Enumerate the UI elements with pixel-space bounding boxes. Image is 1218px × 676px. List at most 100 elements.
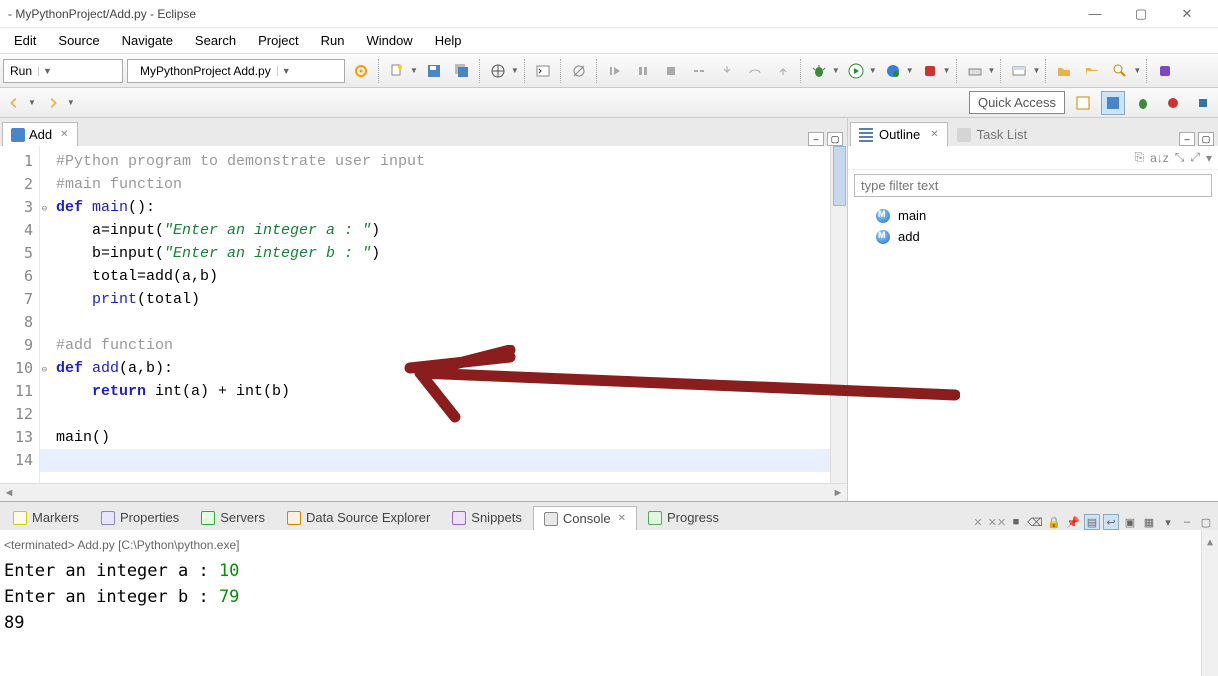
outline-item-add[interactable]: add — [856, 226, 1210, 247]
perspective-debug-icon[interactable] — [1131, 91, 1155, 115]
editor-tab-add[interactable]: Add ✕ — [2, 122, 78, 146]
tab-snippets[interactable]: Snippets — [441, 505, 533, 530]
horizontal-scrollbar[interactable]: ◄ ► — [0, 483, 847, 501]
new-icon[interactable] — [385, 59, 409, 83]
quick-access-field[interactable]: Quick Access — [969, 91, 1065, 114]
scrollbar-thumb[interactable] — [833, 146, 846, 206]
remove-all-icon[interactable]: ✕✕ — [989, 514, 1005, 530]
scroll-right-arrow[interactable]: ► — [829, 487, 847, 499]
perspective-python-icon[interactable] — [1191, 91, 1215, 115]
step-into-icon[interactable] — [715, 59, 739, 83]
perspective-java-icon[interactable] — [1161, 91, 1185, 115]
dropdown-icon[interactable]: ▼ — [1133, 66, 1141, 75]
menu-item[interactable]: Project — [248, 30, 308, 51]
sort-az-icon[interactable]: a↓z — [1150, 151, 1169, 165]
outline-item-main[interactable]: main — [856, 205, 1210, 226]
minimize-view-button[interactable]: – — [808, 132, 824, 146]
outline-filter-input[interactable] — [854, 174, 1212, 197]
dropdown-icon[interactable]: ▼ — [1032, 66, 1040, 75]
menu-item[interactable]: Search — [185, 30, 246, 51]
scroll-up-arrow[interactable]: ▲ — [1202, 530, 1218, 546]
dropdown-icon[interactable]: ▼ — [832, 66, 840, 75]
external-tools-icon[interactable] — [918, 59, 942, 83]
maximize-button[interactable]: ▢ — [1118, 0, 1164, 28]
open-console-icon[interactable]: ▣ — [1122, 514, 1138, 530]
tab-properties[interactable]: Properties — [90, 505, 190, 530]
minimize-view-button[interactable]: – — [1179, 514, 1195, 530]
tab-servers[interactable]: Servers — [190, 505, 276, 530]
folder-open-icon[interactable] — [1080, 59, 1104, 83]
forward-button[interactable] — [42, 92, 64, 114]
back-button[interactable] — [3, 92, 25, 114]
terminate-icon[interactable]: ■ — [1008, 514, 1024, 530]
code-area[interactable]: #Python program to demonstrate user inpu… — [40, 146, 847, 483]
perspective-open-icon[interactable] — [1071, 91, 1095, 115]
resume-icon[interactable] — [603, 59, 627, 83]
minimize-button[interactable]: — — [1072, 0, 1118, 28]
search-icon[interactable] — [1108, 59, 1132, 83]
console-output[interactable]: <terminated> Add.py [C:\Python\python.ex… — [0, 530, 1218, 676]
close-icon[interactable]: ✕ — [930, 129, 938, 140]
globe-icon[interactable] — [486, 59, 510, 83]
show-console-icon[interactable]: ▤ — [1084, 514, 1100, 530]
sort-icon[interactable]: ⎘ — [1134, 150, 1144, 165]
menu-item[interactable]: Window — [356, 30, 422, 51]
menu-item[interactable]: Source — [48, 30, 109, 51]
clear-icon[interactable]: ⌫ — [1027, 514, 1043, 530]
close-icon[interactable]: ✕ — [60, 129, 68, 140]
menu-item[interactable]: Help — [425, 30, 472, 51]
dropdown-icon[interactable]: ▼ — [943, 66, 951, 75]
new-web-icon[interactable] — [1007, 59, 1031, 83]
tab-console[interactable]: Console✕ — [533, 506, 637, 530]
skip-breakpoints-icon[interactable] — [567, 59, 591, 83]
dropdown-icon[interactable]: ▼ — [906, 66, 914, 75]
folder-icon[interactable] — [1052, 59, 1076, 83]
maximize-view-button[interactable]: ▢ — [1198, 514, 1214, 530]
disconnect-icon[interactable] — [687, 59, 711, 83]
tab-progress[interactable]: Progress — [637, 505, 730, 530]
collapse-icon[interactable]: ⤡ — [1175, 150, 1185, 165]
dropdown-icon[interactable]: ▼ — [511, 66, 519, 75]
display-icon[interactable]: ▦ — [1141, 514, 1157, 530]
expand-icon[interactable]: ⤢ — [1190, 150, 1200, 165]
close-button[interactable]: ✕ — [1164, 0, 1210, 28]
menu-icon[interactable]: ▾ — [1206, 151, 1212, 165]
maximize-view-button[interactable]: ▢ — [827, 132, 843, 146]
suspend-icon[interactable] — [631, 59, 655, 83]
minimize-view-button[interactable]: – — [1179, 132, 1195, 146]
dropdown-icon[interactable]: ▼ — [28, 98, 36, 107]
step-return-icon[interactable] — [771, 59, 795, 83]
maximize-view-button[interactable]: ▢ — [1198, 132, 1214, 146]
scroll-lock-icon[interactable]: 🔒 — [1046, 514, 1062, 530]
dropdown-icon[interactable]: ▼ — [988, 66, 996, 75]
save-all-icon[interactable] — [450, 59, 474, 83]
tab-markers[interactable]: Markers — [2, 505, 90, 530]
dropdown-icon[interactable]: ▼ — [67, 98, 75, 107]
launch-config-selector[interactable]: MyPythonProject Add.py ▼ — [127, 59, 345, 83]
run-icon[interactable] — [844, 59, 868, 83]
terminal-icon[interactable] — [531, 59, 555, 83]
console-scrollbar[interactable]: ▲ — [1201, 530, 1218, 676]
remove-launch-icon[interactable]: ✕ — [970, 514, 986, 530]
save-icon[interactable] — [422, 59, 446, 83]
dropdown-icon[interactable]: ▼ — [869, 66, 877, 75]
run-mode-selector[interactable]: Run ▼ — [3, 59, 123, 83]
terminate-icon[interactable] — [659, 59, 683, 83]
debug-icon[interactable] — [807, 59, 831, 83]
gear-icon[interactable] — [349, 59, 373, 83]
word-wrap-icon[interactable]: ↩ — [1103, 514, 1119, 530]
pin-icon[interactable]: 📌 — [1065, 514, 1081, 530]
menu-icon[interactable]: ▾ — [1160, 514, 1176, 530]
tab-data-source-explorer[interactable]: Data Source Explorer — [276, 505, 441, 530]
menu-item[interactable]: Navigate — [112, 30, 183, 51]
step-over-icon[interactable] — [743, 59, 767, 83]
close-icon[interactable]: ✕ — [618, 513, 626, 524]
menu-item[interactable]: Edit — [4, 30, 46, 51]
new-server-icon[interactable] — [963, 59, 987, 83]
tab-outline[interactable]: Outline ✕ — [850, 122, 948, 146]
vertical-scrollbar[interactable] — [830, 146, 847, 483]
task-icon[interactable] — [1153, 59, 1177, 83]
tab-task-list[interactable]: Task List — [948, 122, 1037, 146]
menu-item[interactable]: Run — [311, 30, 355, 51]
perspective-pydev-icon[interactable] — [1101, 91, 1125, 115]
